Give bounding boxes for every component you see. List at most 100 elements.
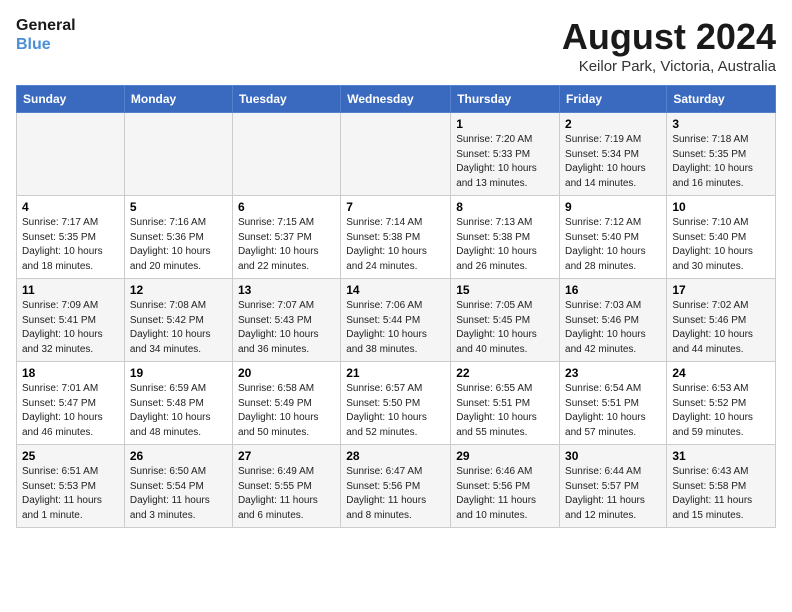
week-row-4: 18Sunrise: 7:01 AM Sunset: 5:47 PM Dayli… <box>17 362 776 445</box>
day-number: 25 <box>22 449 119 463</box>
calendar-cell: 24 Sunrise: 6:53 AM Sunset: 5:52 PM Dayli… <box>667 362 776 445</box>
calendar-cell: 17 Sunrise: 7:02 AM Sunset: 5:46 PM Dayli… <box>667 279 776 362</box>
week-row-3: 11 Sunrise: 7:09 AM Sunset: 5:41 PM Dayli… <box>17 279 776 362</box>
week-row-1: 1Sunrise: 7:20 AM Sunset: 5:33 PM Daylig… <box>17 113 776 196</box>
day-number: 7 <box>346 200 445 214</box>
calendar-cell: 23Sunrise: 6:54 AM Sunset: 5:51 PM Dayli… <box>560 362 667 445</box>
calendar-cell: 8Sunrise: 7:13 AM Sunset: 5:38 PM Daylig… <box>451 196 560 279</box>
day-info: Sunrise: 7:06 AM Sunset: 5:44 PM Dayligh… <box>346 299 445 357</box>
calendar-cell: 10 Sunrise: 7:10 AM Sunset: 5:40 PM Dayli… <box>667 196 776 279</box>
day-info: Sunrise: 6:53 AM Sunset: 5:52 PM Dayligh… <box>672 382 770 440</box>
day-number: 10 <box>672 200 770 214</box>
day-info: Sunrise: 7:16 AM Sunset: 5:36 PM Dayligh… <box>130 216 227 274</box>
calendar-cell: 18Sunrise: 7:01 AM Sunset: 5:47 PM Dayli… <box>17 362 125 445</box>
calendar-cell: 16 Sunrise: 7:03 AM Sunset: 5:46 PM Dayli… <box>560 279 667 362</box>
week-row-5: 25 Sunrise: 6:51 AM Sunset: 5:53 PM Dayli… <box>17 445 776 528</box>
day-number: 13 <box>238 283 335 297</box>
day-number: 23 <box>565 366 661 380</box>
calendar-cell: 7 Sunrise: 7:14 AM Sunset: 5:38 PM Daylig… <box>341 196 451 279</box>
calendar-cell: 5 Sunrise: 7:16 AM Sunset: 5:36 PM Daylig… <box>124 196 232 279</box>
calendar-cell: 15 Sunrise: 7:05 AM Sunset: 5:45 PM Dayli… <box>451 279 560 362</box>
day-info: Sunrise: 7:09 AM Sunset: 5:41 PM Dayligh… <box>22 299 119 357</box>
calendar-cell: 22 Sunrise: 6:55 AM Sunset: 5:51 PM Dayli… <box>451 362 560 445</box>
day-number: 24 <box>672 366 770 380</box>
calendar-cell: 20Sunrise: 6:58 AM Sunset: 5:49 PM Dayli… <box>232 362 340 445</box>
calendar-cell: 11 Sunrise: 7:09 AM Sunset: 5:41 PM Dayli… <box>17 279 125 362</box>
day-number: 15 <box>456 283 554 297</box>
header-day-friday: Friday <box>560 86 667 113</box>
logo-line1: General <box>16 16 76 35</box>
calendar-cell: 1Sunrise: 7:20 AM Sunset: 5:33 PM Daylig… <box>451 113 560 196</box>
day-info: Sunrise: 6:51 AM Sunset: 5:53 PM Dayligh… <box>22 465 119 523</box>
day-number: 19 <box>130 366 227 380</box>
logo: General Blue General Blue <box>16 16 76 54</box>
day-number: 28 <box>346 449 445 463</box>
calendar-cell <box>17 113 125 196</box>
day-info: Sunrise: 7:14 AM Sunset: 5:38 PM Dayligh… <box>346 216 445 274</box>
day-number: 31 <box>672 449 770 463</box>
day-info: Sunrise: 7:02 AM Sunset: 5:46 PM Dayligh… <box>672 299 770 357</box>
day-info: Sunrise: 6:57 AM Sunset: 5:50 PM Dayligh… <box>346 382 445 440</box>
day-number: 17 <box>672 283 770 297</box>
calendar-cell <box>124 113 232 196</box>
day-info: Sunrise: 7:10 AM Sunset: 5:40 PM Dayligh… <box>672 216 770 274</box>
calendar-cell: 26 Sunrise: 6:50 AM Sunset: 5:54 PM Dayli… <box>124 445 232 528</box>
day-number: 26 <box>130 449 227 463</box>
calendar-cell: 19Sunrise: 6:59 AM Sunset: 5:48 PM Dayli… <box>124 362 232 445</box>
header-day-thursday: Thursday <box>451 86 560 113</box>
day-info: Sunrise: 7:12 AM Sunset: 5:40 PM Dayligh… <box>565 216 661 274</box>
day-number: 12 <box>130 283 227 297</box>
day-info: Sunrise: 6:47 AM Sunset: 5:56 PM Dayligh… <box>346 465 445 523</box>
header-day-wednesday: Wednesday <box>341 86 451 113</box>
day-number: 4 <box>22 200 119 214</box>
day-number: 22 <box>456 366 554 380</box>
header-day-saturday: Saturday <box>667 86 776 113</box>
day-info: Sunrise: 7:20 AM Sunset: 5:33 PM Dayligh… <box>456 133 554 191</box>
day-number: 6 <box>238 200 335 214</box>
day-info: Sunrise: 7:03 AM Sunset: 5:46 PM Dayligh… <box>565 299 661 357</box>
day-number: 29 <box>456 449 554 463</box>
day-info: Sunrise: 7:19 AM Sunset: 5:34 PM Dayligh… <box>565 133 661 191</box>
day-info: Sunrise: 7:05 AM Sunset: 5:45 PM Dayligh… <box>456 299 554 357</box>
day-number: 11 <box>22 283 119 297</box>
calendar-cell: 6 Sunrise: 7:15 AM Sunset: 5:37 PM Daylig… <box>232 196 340 279</box>
day-info: Sunrise: 7:15 AM Sunset: 5:37 PM Dayligh… <box>238 216 335 274</box>
calendar-cell: 12 Sunrise: 7:08 AM Sunset: 5:42 PM Dayli… <box>124 279 232 362</box>
calendar-cell: 29Sunrise: 6:46 AM Sunset: 5:56 PM Dayli… <box>451 445 560 528</box>
header-day-sunday: Sunday <box>17 86 125 113</box>
day-number: 14 <box>346 283 445 297</box>
calendar-cell: 9 Sunrise: 7:12 AM Sunset: 5:40 PM Daylig… <box>560 196 667 279</box>
day-number: 27 <box>238 449 335 463</box>
day-info: Sunrise: 7:07 AM Sunset: 5:43 PM Dayligh… <box>238 299 335 357</box>
location-title: Keilor Park, Victoria, Australia <box>562 58 776 75</box>
day-info: Sunrise: 6:50 AM Sunset: 5:54 PM Dayligh… <box>130 465 227 523</box>
day-number: 5 <box>130 200 227 214</box>
calendar-cell: 14 Sunrise: 7:06 AM Sunset: 5:44 PM Dayli… <box>341 279 451 362</box>
calendar-cell: 30Sunrise: 6:44 AM Sunset: 5:57 PM Dayli… <box>560 445 667 528</box>
calendar-cell: 21 Sunrise: 6:57 AM Sunset: 5:50 PM Dayli… <box>341 362 451 445</box>
title-area: August 2024 Keilor Park, Victoria, Austr… <box>562 16 776 75</box>
day-number: 20 <box>238 366 335 380</box>
calendar-cell: 28 Sunrise: 6:47 AM Sunset: 5:56 PM Dayli… <box>341 445 451 528</box>
calendar-cell: 4 Sunrise: 7:17 AM Sunset: 5:35 PM Daylig… <box>17 196 125 279</box>
logo-line2: Blue <box>16 35 76 54</box>
day-info: Sunrise: 6:55 AM Sunset: 5:51 PM Dayligh… <box>456 382 554 440</box>
calendar-cell: 13 Sunrise: 7:07 AM Sunset: 5:43 PM Dayli… <box>232 279 340 362</box>
day-number: 16 <box>565 283 661 297</box>
calendar-cell: 2Sunrise: 7:19 AM Sunset: 5:34 PM Daylig… <box>560 113 667 196</box>
calendar-table: SundayMondayTuesdayWednesdayThursdayFrid… <box>16 85 776 528</box>
header-day-tuesday: Tuesday <box>232 86 340 113</box>
day-info: Sunrise: 7:17 AM Sunset: 5:35 PM Dayligh… <box>22 216 119 274</box>
day-info: Sunrise: 7:18 AM Sunset: 5:35 PM Dayligh… <box>672 133 770 191</box>
day-number: 21 <box>346 366 445 380</box>
day-info: Sunrise: 6:43 AM Sunset: 5:58 PM Dayligh… <box>672 465 770 523</box>
day-info: Sunrise: 7:13 AM Sunset: 5:38 PM Dayligh… <box>456 216 554 274</box>
day-info: Sunrise: 6:44 AM Sunset: 5:57 PM Dayligh… <box>565 465 661 523</box>
day-number: 3 <box>672 117 770 131</box>
month-title: August 2024 <box>562 16 776 58</box>
day-info: Sunrise: 7:08 AM Sunset: 5:42 PM Dayligh… <box>130 299 227 357</box>
day-number: 9 <box>565 200 661 214</box>
week-row-2: 4 Sunrise: 7:17 AM Sunset: 5:35 PM Daylig… <box>17 196 776 279</box>
calendar-cell: 3 Sunrise: 7:18 AM Sunset: 5:35 PM Daylig… <box>667 113 776 196</box>
calendar-cell <box>341 113 451 196</box>
